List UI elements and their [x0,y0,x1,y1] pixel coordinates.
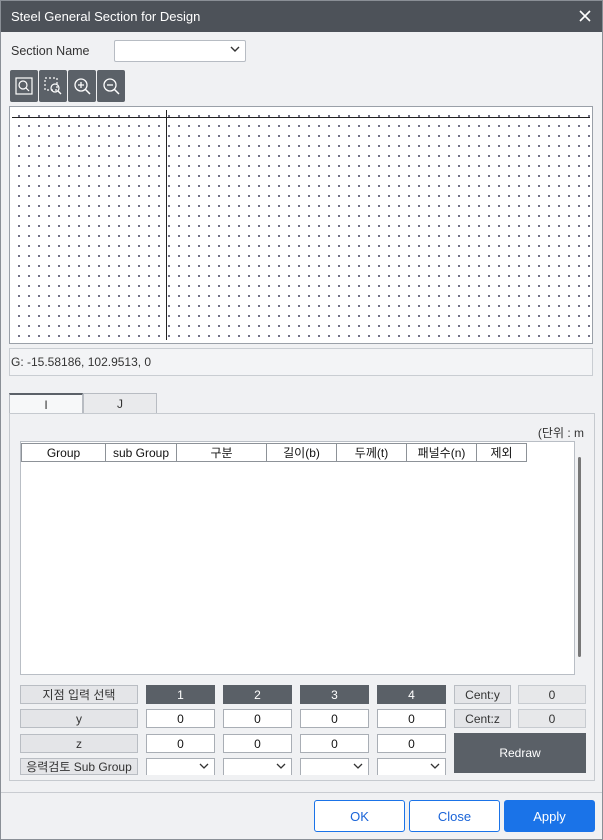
point-2-button[interactable]: 2 [223,685,292,704]
coordinate-readout: G: -15.58186, 102.9513, 0 [9,348,593,376]
zoom-out-icon [103,78,120,95]
apply-button[interactable]: Apply [504,800,595,832]
table-header: Group sub Group 구분 길이(b) 두께(t) 패널수(n) 제외 [21,443,527,462]
tab-panel: (단위 : m Group sub Group 구분 길이(b) 두께(t) 패… [9,413,595,781]
zoom-fit-icon [15,77,33,95]
col-length[interactable]: 길이(b) [267,443,337,462]
col-panels[interactable]: 패널수(n) [407,443,477,462]
subgroup-select-3[interactable] [300,758,369,775]
close-button[interactable]: Close [409,800,500,832]
zoom-in-icon [74,78,91,95]
z-input-3[interactable]: 0 [300,734,369,753]
footer-divider [1,792,602,793]
section-drawing-canvas[interactable] [9,106,593,344]
z-label: z [20,734,138,753]
point-3-button[interactable]: 3 [300,685,369,704]
zoom-window-button[interactable] [39,70,67,102]
plate-table[interactable]: Group sub Group 구분 길이(b) 두께(t) 패널수(n) 제외 [20,441,575,675]
point-1-button[interactable]: 1 [146,685,215,704]
cent-z-label: Cent:z [454,709,511,728]
chevron-down-icon [230,44,240,57]
cent-z-value: 0 [518,709,586,728]
close-icon[interactable] [576,7,594,25]
tab-i[interactable]: I [9,393,83,414]
view-toolbar [10,70,125,102]
zoom-fit-button[interactable] [10,70,38,102]
redraw-button[interactable]: Redraw [454,733,586,773]
col-group[interactable]: Group [21,443,106,462]
col-thickness[interactable]: 두께(t) [337,443,407,462]
col-sub-group[interactable]: sub Group [106,443,177,462]
z-input-1[interactable]: 0 [146,734,215,753]
scrollbar-thumb[interactable] [578,457,581,657]
ok-button[interactable]: OK [314,800,405,832]
y-input-1[interactable]: 0 [146,709,215,728]
cent-y-label: Cent:y [454,685,511,704]
chevron-down-icon [430,761,440,773]
chevron-down-icon [353,761,363,773]
table-scrollbar[interactable] [577,441,584,675]
point-select-label: 지점 입력 선택 [20,685,138,704]
subgroup-select-2[interactable] [223,758,292,775]
title-bar: Steel General Section for Design [1,1,602,32]
z-input-2[interactable]: 0 [223,734,292,753]
zoom-out-button[interactable] [97,70,125,102]
unit-label: (단위 : m [537,426,584,440]
y-label: y [20,709,138,728]
stress-subgroup-label: 응력검토 Sub Group [20,758,138,775]
subgroup-select-1[interactable] [146,758,215,775]
point-4-button[interactable]: 4 [377,685,446,704]
vertical-axis-line [166,110,167,340]
y-input-3[interactable]: 0 [300,709,369,728]
zoom-window-icon [44,77,62,95]
steel-section-dialog: Steel General Section for Design Section… [0,0,603,840]
section-name-row: Section Name [11,39,246,63]
horizontal-axis-line [12,117,590,118]
col-type[interactable]: 구분 [177,443,267,462]
col-exclude[interactable]: 제외 [477,443,527,462]
z-input-4[interactable]: 0 [377,734,446,753]
y-input-2[interactable]: 0 [223,709,292,728]
end-tabs: I J [9,393,157,414]
zoom-in-button[interactable] [68,70,96,102]
section-name-label: Section Name [11,44,90,58]
tab-j[interactable]: J [83,393,157,414]
subgroup-select-4[interactable] [377,758,446,775]
chevron-down-icon [199,761,209,773]
section-name-select[interactable] [114,40,246,62]
y-input-4[interactable]: 0 [377,709,446,728]
cent-y-value: 0 [518,685,586,704]
window-title: Steel General Section for Design [11,9,201,24]
chevron-down-icon [276,761,286,773]
